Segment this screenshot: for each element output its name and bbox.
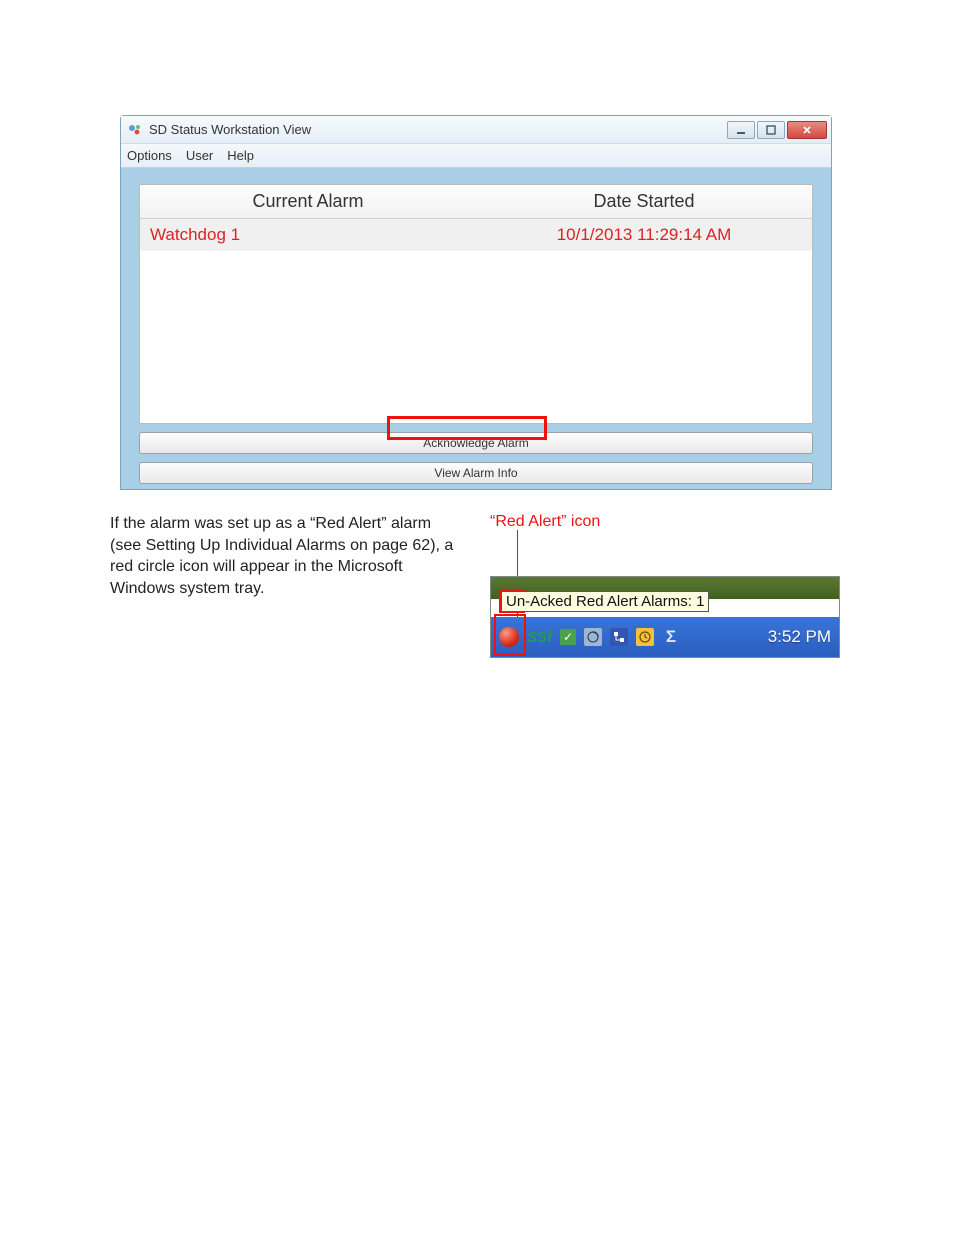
system-tray-screenshot: Un-Acked Red Alert Alarms: 1 SSf ✓ Σ 3:5…: [490, 576, 840, 658]
col-date-started[interactable]: Date Started: [476, 185, 812, 218]
menu-options[interactable]: Options: [127, 148, 172, 163]
sigma-tray-icon[interactable]: Σ: [662, 628, 680, 646]
window-client-area: Current Alarm Date Started Watchdog 1 10…: [121, 168, 831, 489]
cell-alarm-name: Watchdog 1: [140, 219, 476, 251]
body-paragraph: If the alarm was set up as a “Red Alert”…: [110, 513, 458, 599]
window-titlebar[interactable]: SD Status Workstation View: [121, 116, 831, 144]
taskbar: SSf ✓ Σ 3:52 PM: [491, 617, 839, 657]
close-button[interactable]: [787, 121, 827, 139]
red-alert-annotation: “Red Alert” icon: [490, 513, 600, 531]
sd-status-window: SD Status Workstation View Options User …: [120, 115, 832, 490]
taskbar-clock[interactable]: 3:52 PM: [768, 627, 831, 647]
maximize-button[interactable]: [757, 121, 785, 139]
network-tray-icon[interactable]: [610, 628, 628, 646]
checkmark-tray-icon[interactable]: ✓: [560, 629, 576, 645]
window-title: SD Status Workstation View: [149, 122, 727, 137]
app-icon: [127, 122, 143, 138]
col-current-alarm[interactable]: Current Alarm: [140, 185, 476, 218]
minimize-button[interactable]: [727, 121, 755, 139]
menu-user[interactable]: User: [186, 148, 213, 163]
clock-tray-icon[interactable]: [636, 628, 654, 646]
view-alarm-info-button[interactable]: View Alarm Info: [139, 462, 813, 484]
table-row[interactable]: Watchdog 1 10/1/2013 11:29:14 AM: [140, 219, 812, 251]
updates-tray-icon[interactable]: [584, 628, 602, 646]
acknowledge-alarm-button[interactable]: Acknowledge Alarm: [139, 432, 813, 454]
alarm-table[interactable]: Current Alarm Date Started Watchdog 1 10…: [139, 184, 813, 424]
menu-bar: Options User Help: [121, 144, 831, 168]
cell-alarm-date: 10/1/2013 11:29:14 AM: [476, 219, 812, 251]
red-alert-icon[interactable]: [499, 627, 519, 647]
tray-tooltip: Un-Acked Red Alert Alarms: 1: [501, 591, 709, 612]
menu-help[interactable]: Help: [227, 148, 254, 163]
ssf-tray-icon[interactable]: SSf: [527, 629, 552, 646]
